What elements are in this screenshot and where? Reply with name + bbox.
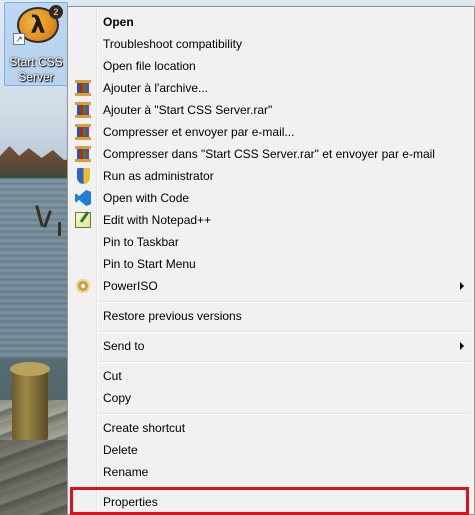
- menu-item-ajouter-archive[interactable]: Ajouter à l'archive...: [70, 77, 472, 99]
- menu-item-label: Open with Code: [103, 191, 190, 205]
- menu-item-ajouter-rar[interactable]: Ajouter à "Start CSS Server.rar": [70, 99, 472, 121]
- shortcut-arrow-icon: ↗: [13, 33, 25, 45]
- menu-item-label: Cut: [103, 369, 122, 383]
- notepadpp-icon: [75, 212, 91, 228]
- menu-item-label: Edit with Notepad++: [103, 213, 212, 227]
- menu-item-troubleshoot-compatibility[interactable]: Troubleshoot compatibility: [70, 33, 472, 55]
- menu-item-label: PowerISO: [103, 279, 158, 293]
- menu-separator: [99, 331, 470, 333]
- menu-item-compresser-envoyer[interactable]: Compresser et envoyer par e-mail...: [70, 121, 472, 143]
- menu-item-label: Open: [103, 15, 134, 29]
- menu-item-label: Open file location: [103, 59, 196, 73]
- wallpaper-post-top: [10, 362, 50, 376]
- menu-item-label: Create shortcut: [103, 421, 186, 435]
- context-menu: Open Troubleshoot compatibility Open fil…: [67, 6, 475, 515]
- menu-item-label: Delete: [103, 443, 138, 457]
- menu-item-send-to[interactable]: Send to: [70, 335, 472, 357]
- shortcut-label-line1: Start CSS: [9, 55, 63, 69]
- menu-item-pin-to-taskbar[interactable]: Pin to Taskbar: [70, 231, 472, 253]
- winrar-icon: [75, 80, 91, 96]
- menu-item-label: Troubleshoot compatibility: [103, 37, 242, 51]
- menu-item-label: Run as administrator: [103, 169, 214, 183]
- winrar-icon: [75, 146, 91, 162]
- menu-separator: [99, 301, 470, 303]
- menu-item-label: Ajouter à "Start CSS Server.rar": [103, 103, 273, 117]
- menu-separator: [99, 413, 470, 415]
- menu-item-label: Restore previous versions: [103, 309, 242, 323]
- winrar-icon: [75, 102, 91, 118]
- shortcut-label-line2: Server: [18, 70, 54, 84]
- menu-item-copy[interactable]: Copy: [70, 387, 472, 409]
- menu-item-restore-previous-versions[interactable]: Restore previous versions: [70, 305, 472, 327]
- menu-item-cut[interactable]: Cut: [70, 365, 472, 387]
- logo-badge: 2: [49, 5, 63, 19]
- menu-item-label: Copy: [103, 391, 132, 405]
- menu-item-run-as-administrator[interactable]: Run as administrator: [70, 165, 472, 187]
- wallpaper-post: [12, 368, 48, 440]
- submenu-arrow-icon: [460, 342, 464, 350]
- menu-item-create-shortcut[interactable]: Create shortcut: [70, 417, 472, 439]
- menu-item-poweriso[interactable]: PowerISO: [70, 275, 472, 297]
- menu-item-label: Pin to Taskbar: [103, 235, 179, 249]
- uac-shield-icon: [77, 168, 90, 184]
- menu-item-label: Send to: [103, 339, 145, 353]
- menu-item-label: Rename: [103, 465, 149, 479]
- menu-item-compresser-rar-envoyer[interactable]: Compresser dans "Start CSS Server.rar" e…: [70, 143, 472, 165]
- winrar-icon: [75, 124, 91, 140]
- vscode-icon: [75, 190, 91, 206]
- start-css-server-shortcut[interactable]: λ 2 ↗ Start CSS Server: [4, 2, 68, 86]
- wallpaper-reed: [58, 222, 61, 236]
- submenu-arrow-icon: [460, 282, 464, 290]
- menu-item-open[interactable]: Open: [70, 11, 472, 33]
- menu-item-label: Ajouter à l'archive...: [103, 81, 209, 95]
- shortcut-label: Start CSS Server: [5, 55, 67, 85]
- menu-item-rename[interactable]: Rename: [70, 461, 472, 483]
- properties-highlight-box: [70, 487, 469, 515]
- menu-item-open-with-code[interactable]: Open with Code: [70, 187, 472, 209]
- menu-item-pin-to-start-menu[interactable]: Pin to Start Menu: [70, 253, 472, 275]
- menu-item-label: Compresser dans "Start CSS Server.rar" e…: [103, 147, 435, 161]
- poweriso-icon: [76, 279, 90, 293]
- menu-item-open-file-location[interactable]: Open file location: [70, 55, 472, 77]
- menu-item-edit-with-notepadpp[interactable]: Edit with Notepad++: [70, 209, 472, 231]
- menu-item-label: Compresser et envoyer par e-mail...: [103, 125, 295, 139]
- menu-separator: [99, 361, 470, 363]
- menu-item-delete[interactable]: Delete: [70, 439, 472, 461]
- menu-item-label: Pin to Start Menu: [103, 257, 196, 271]
